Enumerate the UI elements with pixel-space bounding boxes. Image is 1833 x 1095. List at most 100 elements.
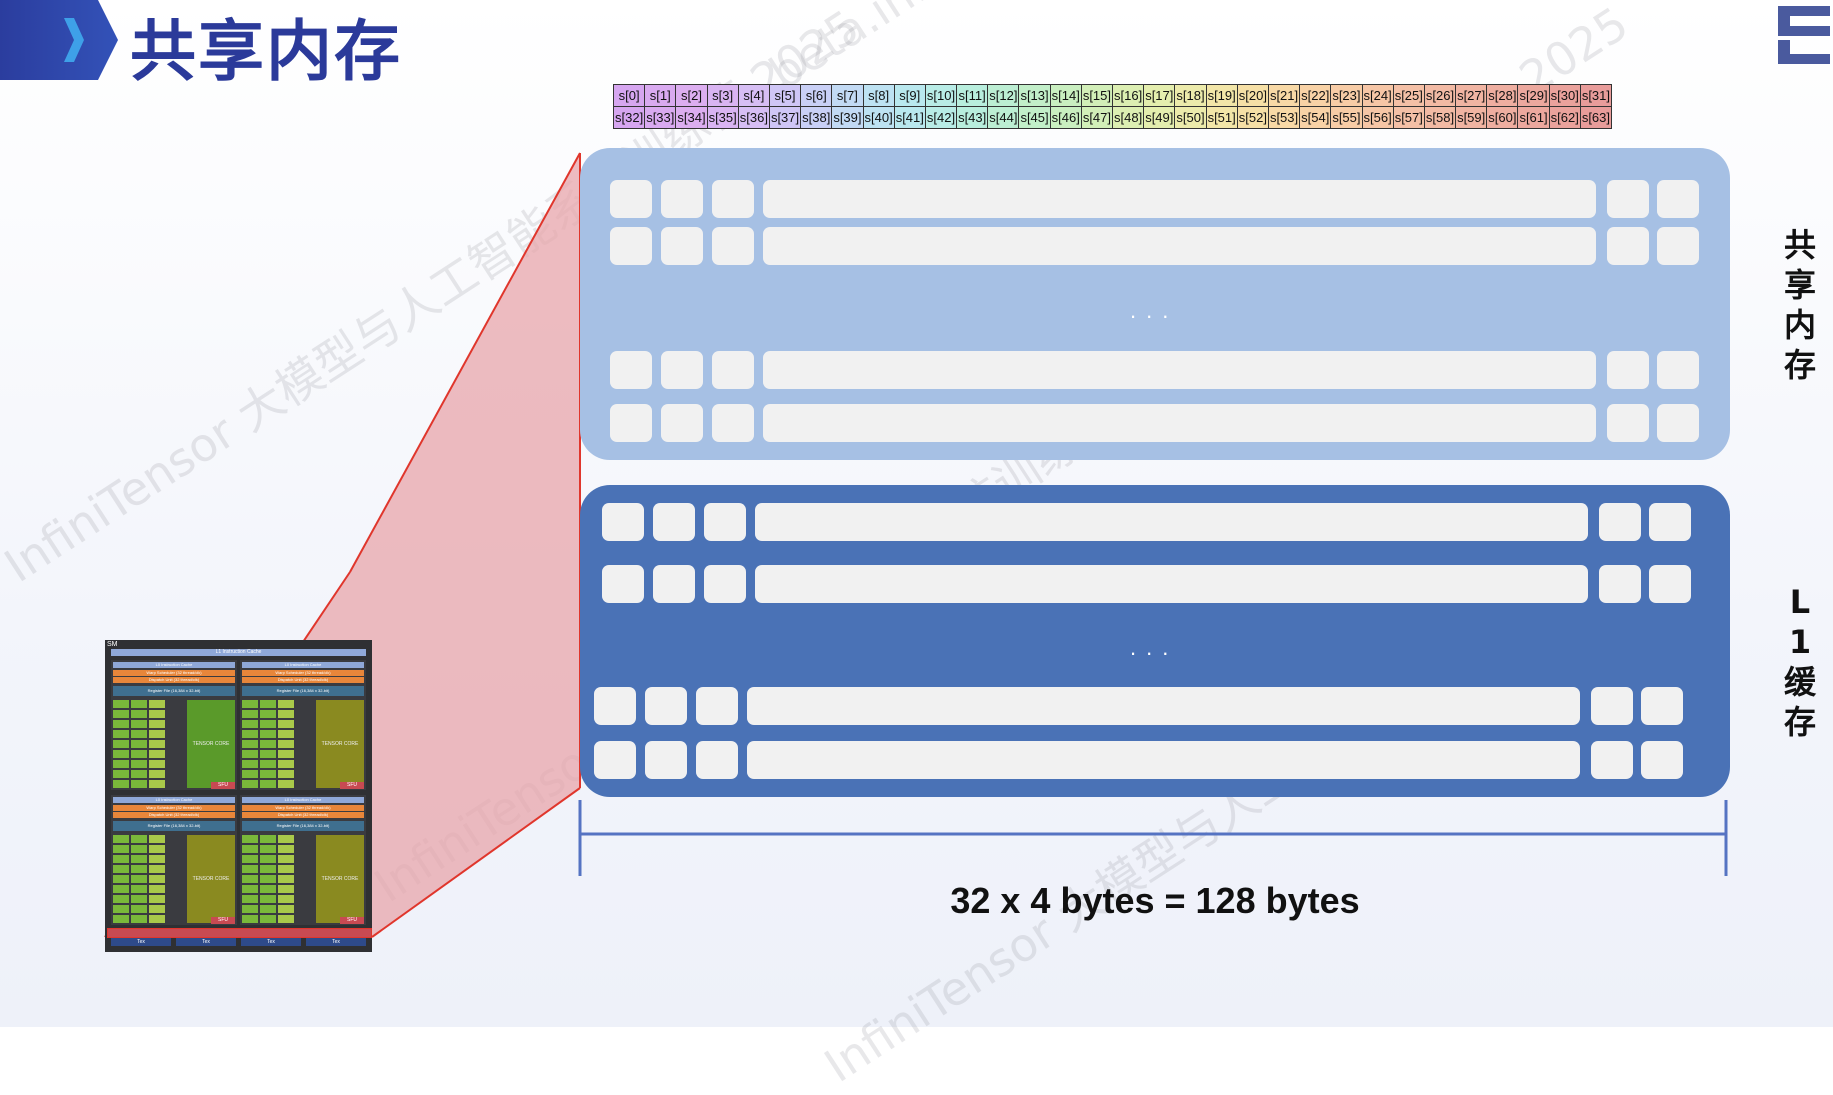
sm-label: SM xyxy=(107,641,118,648)
sm-core-unit xyxy=(131,845,147,853)
memory-cell xyxy=(661,404,703,442)
sm-core-unit xyxy=(296,700,312,708)
cache-cell xyxy=(1591,741,1633,779)
sm-core-unit xyxy=(113,750,129,758)
sm-core-unit xyxy=(296,770,312,778)
rows-ellipsis: ... xyxy=(1130,298,1179,323)
memory-cell xyxy=(712,404,754,442)
sm-core-unit xyxy=(242,875,258,883)
sm-tensor-core: TENSOR CORE xyxy=(187,700,235,788)
sm-core-unit xyxy=(167,730,183,738)
sm-warp-scheduler: Warp Scheduler (32 thread/clk) xyxy=(113,670,235,676)
sm-core-unit xyxy=(113,700,129,708)
sm-core-unit xyxy=(167,720,183,728)
sm-core-unit xyxy=(296,885,312,893)
sm-core-unit xyxy=(278,885,294,893)
sm-core-unit xyxy=(131,710,147,718)
cache-row xyxy=(602,565,1692,603)
sm-core-unit xyxy=(260,835,276,843)
shared-memory-label-text: 共享内存 xyxy=(1783,226,1816,384)
sm-core-unit xyxy=(167,865,183,873)
cache-cell xyxy=(1641,741,1683,779)
sm-core-unit xyxy=(260,905,276,913)
sm-core-unit xyxy=(278,875,294,883)
sm-processing-block: L0 Instruction Cache Warp Scheduler (32 t… xyxy=(240,660,366,790)
sm-core-unit xyxy=(260,780,276,788)
cache-cell xyxy=(1641,687,1683,725)
sm-core-unit xyxy=(260,885,276,893)
sm-core-unit xyxy=(242,750,258,758)
sm-core-unit xyxy=(167,700,183,708)
sm-core-unit xyxy=(167,885,183,893)
sm-core-unit xyxy=(242,730,258,738)
memory-cell xyxy=(610,404,652,442)
sm-core-unit xyxy=(149,760,165,768)
sm-l0-cache: L0 Instruction Cache xyxy=(242,797,364,803)
sm-core-unit xyxy=(167,760,183,768)
sm-core-unit xyxy=(131,885,147,893)
sm-core-unit xyxy=(131,770,147,778)
sm-core-unit xyxy=(149,835,165,843)
sm-core-unit xyxy=(149,750,165,758)
sm-core-unit xyxy=(149,865,165,873)
sm-core-unit xyxy=(131,865,147,873)
memory-cell xyxy=(661,180,703,218)
sm-core-unit xyxy=(260,895,276,903)
memory-cell-span xyxy=(763,227,1596,265)
sm-sfu: SFU xyxy=(211,782,235,789)
sm-core-unit xyxy=(278,905,294,913)
sm-core-unit xyxy=(278,915,294,923)
sm-core-unit xyxy=(149,720,165,728)
sm-core-unit xyxy=(113,780,129,788)
sm-core-unit xyxy=(113,835,129,843)
sm-register-file: Register File (16,384 x 32-bit) xyxy=(113,821,235,831)
cache-cell xyxy=(594,741,636,779)
sm-core-unit xyxy=(296,710,312,718)
shared-memory-label: 共享内存 xyxy=(1778,225,1822,385)
sm-l0-cache: L0 Instruction Cache xyxy=(113,662,235,668)
cache-cell xyxy=(594,687,636,725)
sm-core-unit xyxy=(113,855,129,863)
memory-cell xyxy=(661,351,703,389)
sm-core-unit xyxy=(167,740,183,748)
sm-core-unit xyxy=(167,770,183,778)
sm-core-unit xyxy=(242,835,258,843)
sm-core-unit xyxy=(149,845,165,853)
sm-core-unit xyxy=(149,915,165,923)
cache-cell-span xyxy=(747,687,1580,725)
sm-core-unit xyxy=(242,760,258,768)
sm-core-unit xyxy=(149,780,165,788)
sm-core-unit xyxy=(167,710,183,718)
sm-core-unit xyxy=(260,845,276,853)
cache-cell xyxy=(645,687,687,725)
sm-core-unit xyxy=(260,710,276,718)
sm-core-unit xyxy=(113,720,129,728)
sm-warp-scheduler: Warp Scheduler (32 thread/clk) xyxy=(113,805,235,811)
sm-core-unit xyxy=(113,710,129,718)
sm-core-unit xyxy=(149,770,165,778)
memory-row xyxy=(610,404,1700,442)
sm-core-unit xyxy=(131,895,147,903)
shared-memory-panel: ... xyxy=(580,148,1730,460)
cache-cell xyxy=(653,565,695,603)
sm-core-unit xyxy=(296,740,312,748)
sm-core-unit xyxy=(278,855,294,863)
sm-core-unit xyxy=(113,915,129,923)
rows-ellipsis: ... xyxy=(1130,635,1179,660)
sm-core-unit xyxy=(296,835,312,843)
sm-core-unit xyxy=(131,835,147,843)
sm-core-unit xyxy=(278,780,294,788)
cache-cell xyxy=(696,741,738,779)
sm-core-unit xyxy=(113,905,129,913)
sm-tensor-core: TENSOR CORE xyxy=(187,835,235,923)
sm-core-unit xyxy=(113,875,129,883)
memory-cell-span xyxy=(763,404,1596,442)
l1-cache-label: L1缓存 xyxy=(1778,582,1822,742)
memory-cell xyxy=(610,351,652,389)
sm-core-unit xyxy=(131,915,147,923)
sm-core-unit xyxy=(296,720,312,728)
sm-tex-unit: Tex xyxy=(111,938,171,946)
sm-core-unit xyxy=(260,855,276,863)
sm-core-unit xyxy=(260,730,276,738)
cache-cell-span xyxy=(755,503,1588,541)
